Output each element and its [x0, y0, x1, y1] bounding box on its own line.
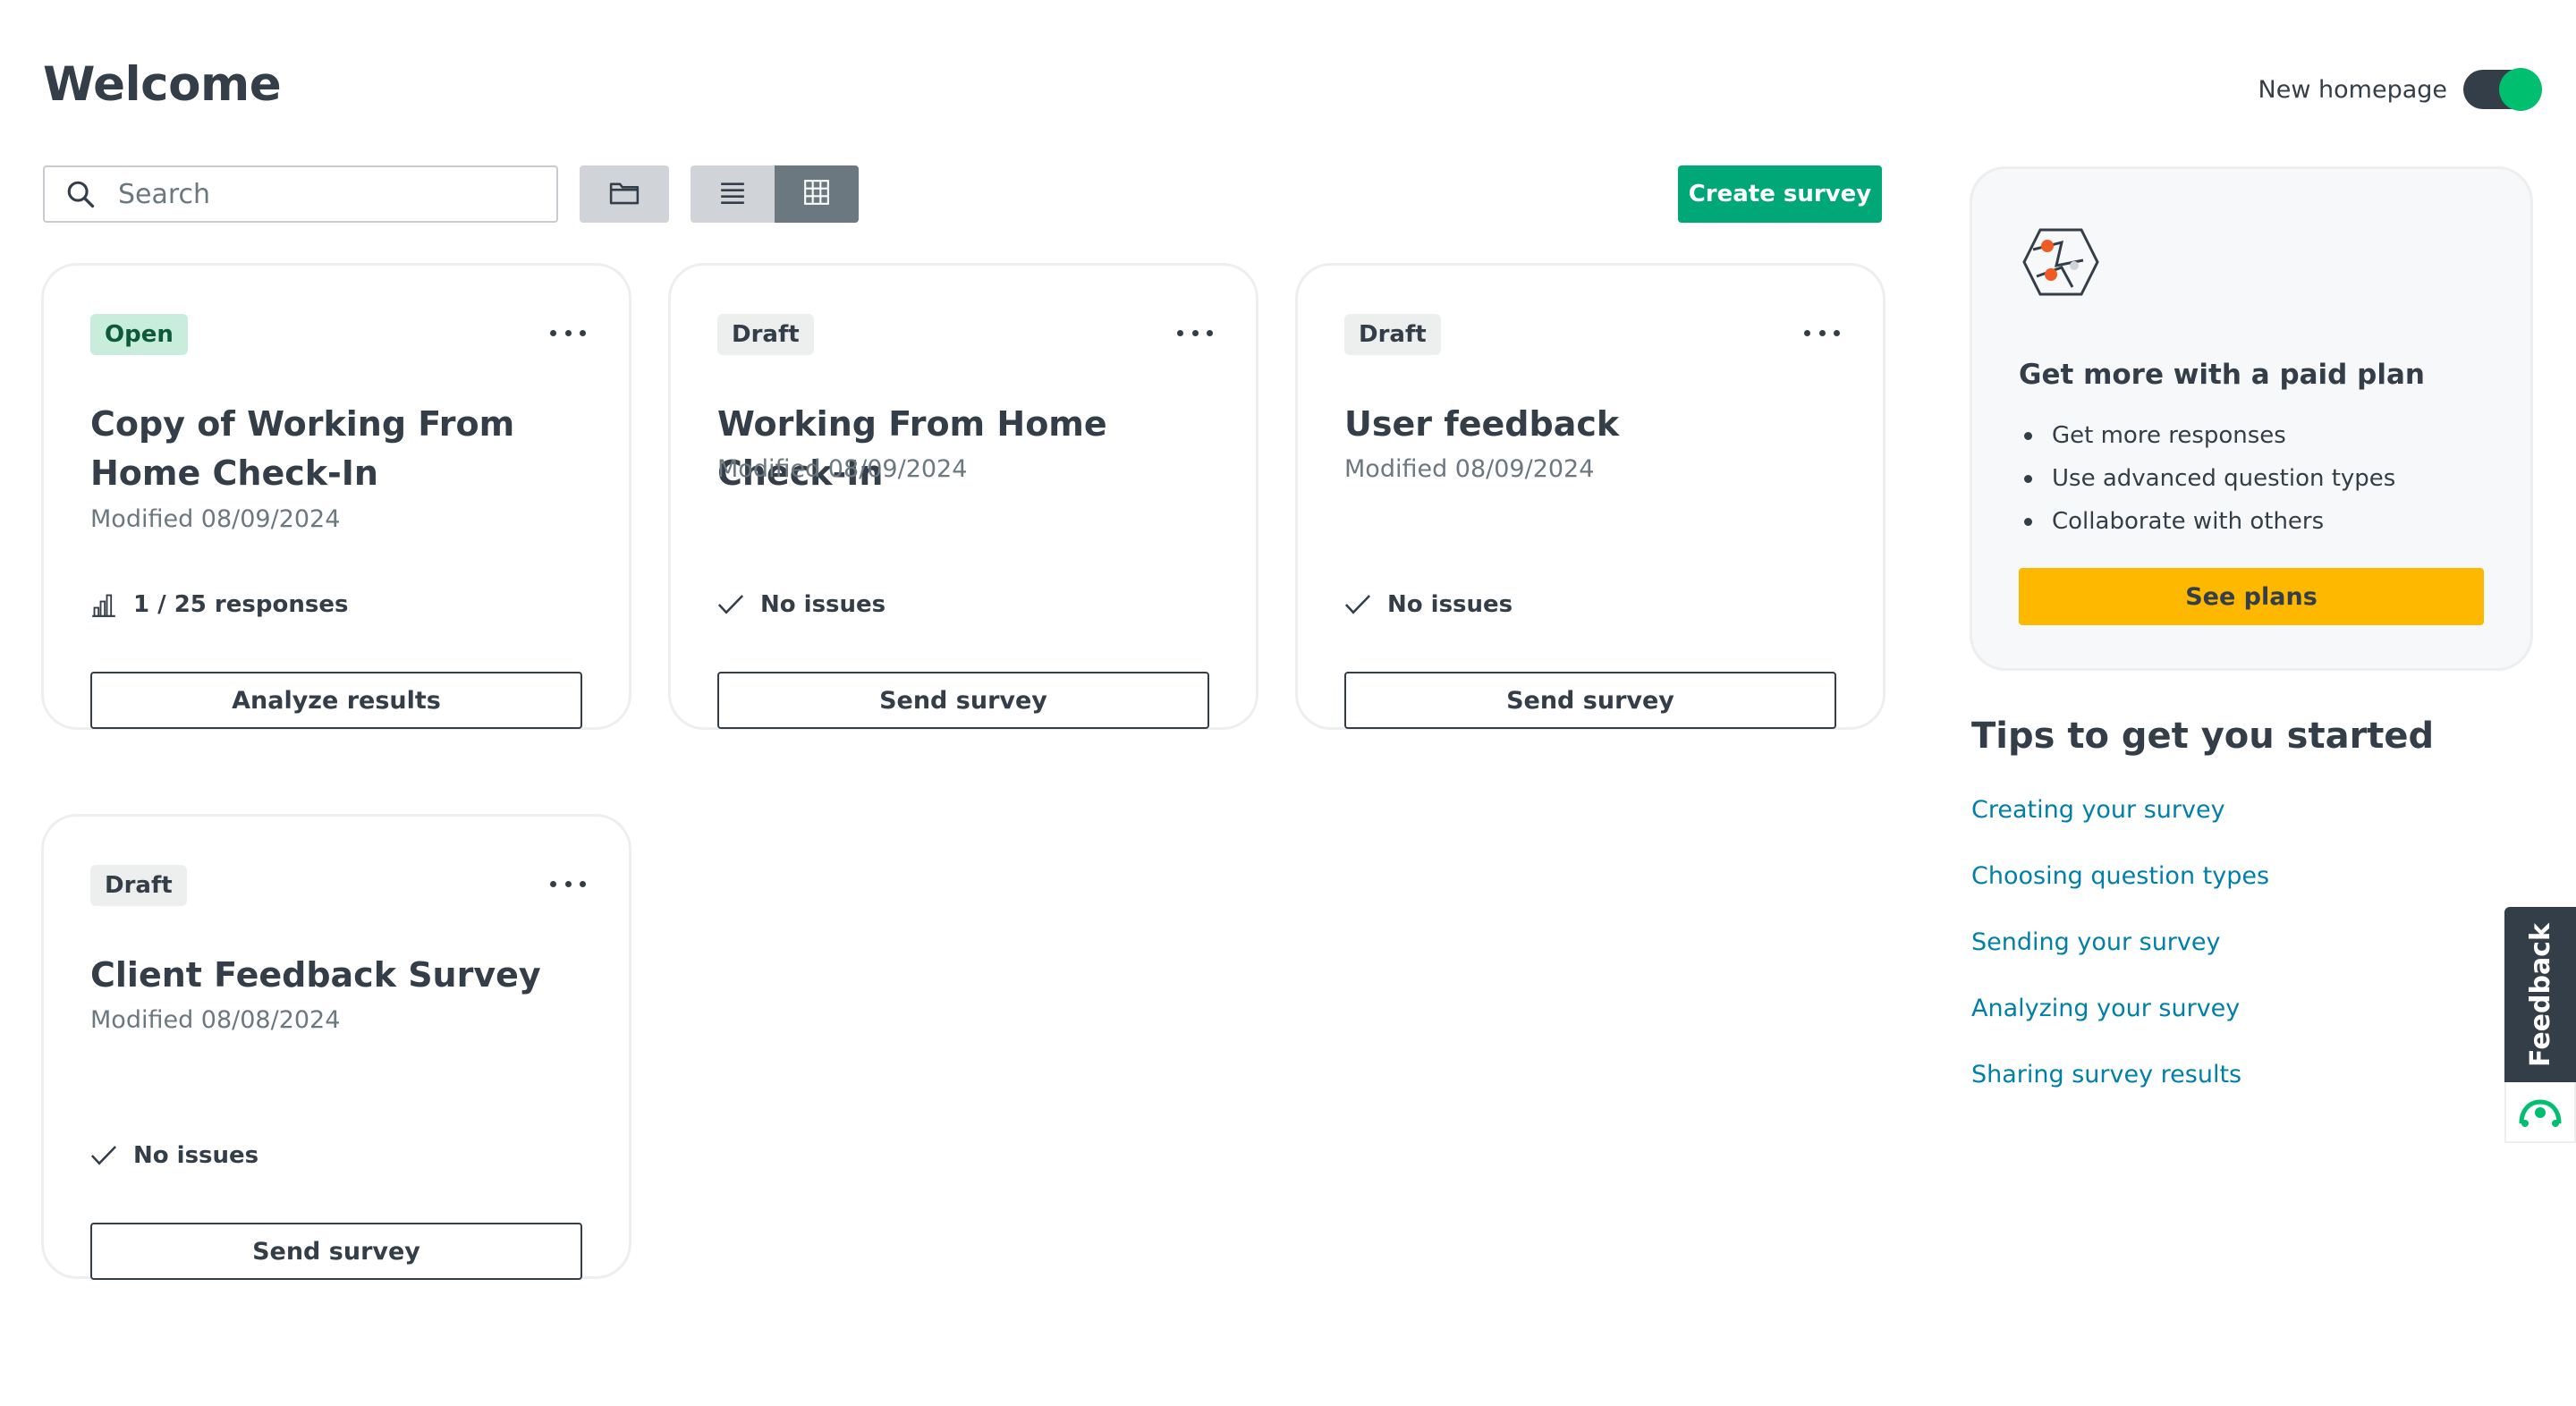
modified-date: Modified 08/08/2024	[90, 1006, 341, 1034]
promo-benefits-list: Get more responses Use advanced question…	[2019, 414, 2395, 543]
status-badge: Draft	[90, 865, 187, 906]
search-input[interactable]	[118, 178, 530, 210]
grid-view-button[interactable]	[775, 165, 859, 223]
modified-date: Modified 08/09/2024	[717, 455, 968, 483]
dot-icon	[1191, 329, 1199, 336]
paid-plan-promo: Get more with a paid plan Get more respo…	[1970, 166, 2533, 671]
send-survey-button[interactable]: Send survey	[90, 1223, 582, 1280]
dot-icon	[1207, 329, 1213, 336]
responses-count: 1 / 25 responses	[133, 591, 349, 618]
survey-card[interactable]: Draft Working From Home Check-In Modifie…	[668, 263, 1258, 730]
grid-icon	[804, 180, 829, 208]
more-options-button[interactable]	[550, 319, 586, 346]
more-options-button[interactable]	[550, 870, 586, 897]
issues-text: No issues	[1387, 591, 1513, 618]
list-icon	[720, 181, 745, 208]
tip-link-sending[interactable]: Sending your survey	[1971, 923, 2269, 989]
folder-icon	[609, 179, 640, 209]
promo-benefit: Collaborate with others	[2019, 500, 2395, 543]
tip-link-creating[interactable]: Creating your survey	[1971, 791, 2269, 857]
send-survey-button[interactable]: Send survey	[1344, 672, 1836, 729]
issues-info: No issues	[1344, 591, 1513, 618]
analyze-results-button[interactable]: Analyze results	[90, 672, 582, 729]
promo-benefit: Get more responses	[2019, 414, 2395, 457]
tip-link-analyzing[interactable]: Analyzing your survey	[1971, 989, 2269, 1055]
promo-title: Get more with a paid plan	[2019, 359, 2425, 391]
see-plans-button[interactable]: See plans	[2019, 568, 2484, 625]
tips-list: Creating your survey Choosing question t…	[1971, 791, 2269, 1122]
bar-chart-icon	[90, 591, 117, 618]
dot-icon	[580, 880, 586, 887]
survey-title[interactable]: Client Feedback Survey	[90, 951, 600, 1000]
dot-icon	[550, 880, 556, 887]
create-survey-button[interactable]: Create survey	[1678, 165, 1882, 223]
promo-benefit: Use advanced question types	[2019, 457, 2395, 500]
status-badge: Draft	[717, 314, 814, 355]
modified-date: Modified 08/09/2024	[90, 505, 341, 533]
search-box	[43, 165, 558, 223]
dot-icon	[1177, 329, 1183, 336]
issues-text: No issues	[133, 1142, 259, 1169]
dot-icon	[1834, 329, 1840, 336]
check-icon	[1344, 591, 1371, 618]
feedback-tab[interactable]: Feedback	[2504, 907, 2576, 1082]
survey-card[interactable]: Draft Client Feedback Survey Modified 08…	[41, 814, 631, 1280]
toggle-label: New homepage	[2258, 75, 2447, 104]
dot-icon	[550, 329, 556, 336]
survey-card[interactable]: Draft User feedback Modified 08/09/2024 …	[1295, 263, 1885, 730]
survey-card[interactable]: Open Copy of Working From Home Check-In …	[41, 263, 631, 730]
issues-text: No issues	[760, 591, 886, 618]
more-options-button[interactable]	[1804, 319, 1840, 346]
survey-title[interactable]: User feedback	[1344, 400, 1854, 449]
toolbar: Create survey	[43, 165, 1882, 223]
more-options-button[interactable]	[1177, 319, 1213, 346]
upgrade-illustration-icon	[2021, 224, 2101, 300]
dot-icon	[1818, 329, 1826, 336]
status-badge: Draft	[1344, 314, 1441, 355]
modified-date: Modified 08/09/2024	[1344, 455, 1595, 483]
send-survey-button[interactable]: Send survey	[717, 672, 1209, 729]
dot-icon	[564, 329, 572, 336]
check-icon	[717, 591, 744, 618]
tip-link-sharing[interactable]: Sharing survey results	[1971, 1055, 2269, 1122]
new-homepage-toggle-group: New homepage	[2258, 68, 2542, 111]
responses-info: 1 / 25 responses	[90, 591, 348, 618]
dot-icon	[580, 329, 586, 336]
folder-button[interactable]	[580, 165, 669, 223]
check-icon	[90, 1142, 117, 1169]
new-homepage-toggle[interactable]	[2463, 68, 2542, 111]
issues-info: No issues	[717, 591, 886, 618]
brand-logo-icon[interactable]	[2504, 1082, 2576, 1143]
toggle-knob	[2499, 68, 2542, 111]
survey-title[interactable]: Working From Home Check-In	[717, 400, 1227, 498]
feedback-tab-label: Feedback	[2524, 922, 2556, 1067]
survey-title[interactable]: Copy of Working From Home Check-In	[90, 400, 600, 498]
issues-info: No issues	[90, 1142, 258, 1169]
page-title: Welcome	[43, 57, 282, 112]
list-view-button[interactable]	[691, 165, 775, 223]
search-icon	[64, 178, 97, 210]
dot-icon	[564, 880, 572, 887]
status-badge: Open	[90, 314, 188, 355]
dot-icon	[1804, 329, 1810, 336]
tips-title: Tips to get you started	[1971, 716, 2435, 757]
tip-link-question-types[interactable]: Choosing question types	[1971, 857, 2269, 923]
